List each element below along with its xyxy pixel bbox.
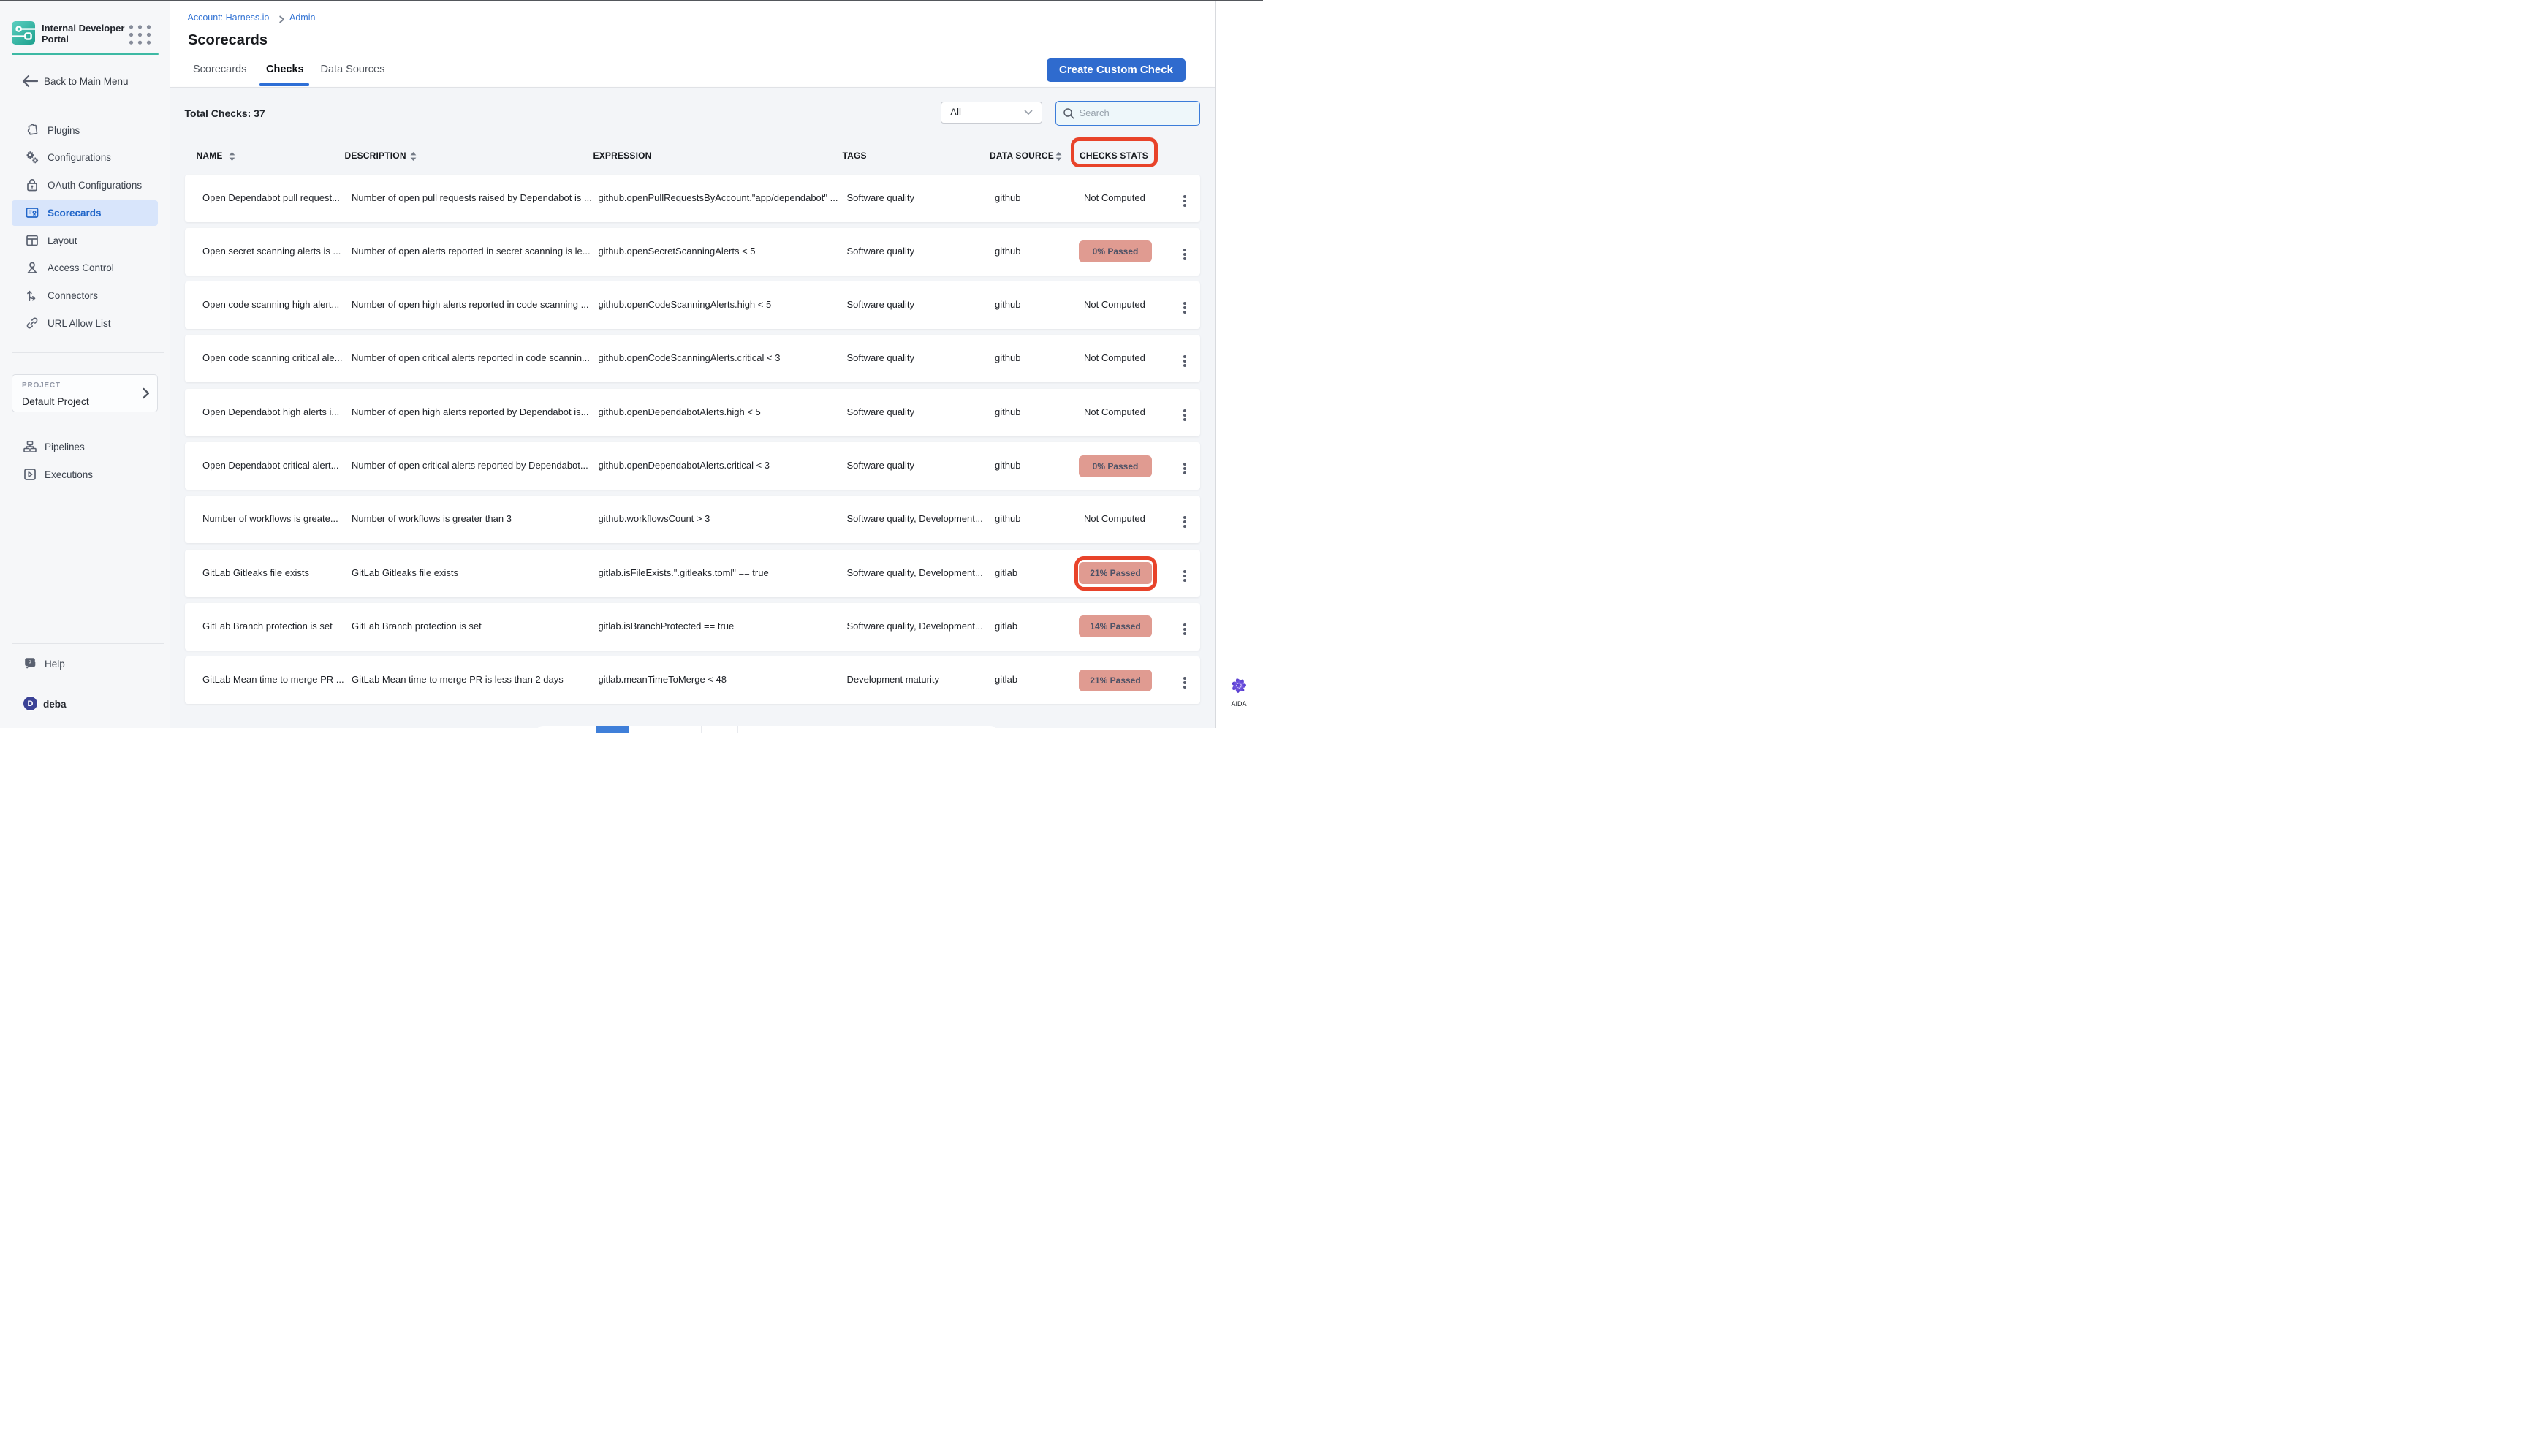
svg-text:?: ? bbox=[29, 659, 32, 666]
